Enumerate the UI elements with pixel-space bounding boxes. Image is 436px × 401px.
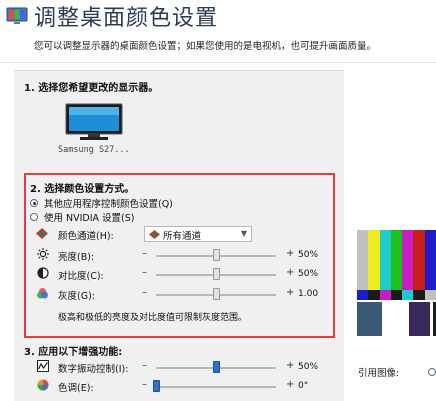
color-bar-4 [402,230,414,290]
contrast-plus: + [286,267,295,278]
gamma-label: 灰度(G): [58,291,95,302]
digital-vibrance-value: 50% [298,362,319,372]
section3-title: 3. 应用以下增强功能: [24,347,123,358]
radio-other-apps-label[interactable]: 其他应用程序控制颜色设置(Q) [44,196,173,210]
hue-plus: + [286,379,295,390]
strip-block-6 [424,290,436,300]
hue-icon [37,379,49,391]
reference-color-strip [357,290,436,300]
digital-vibrance-slider-thumb[interactable] [212,361,220,373]
ref-block-1 [384,302,407,336]
reference-image-label: 引用图像: [358,368,400,379]
section1-title: 1. 选择您希望更改的显示器。 [24,83,159,94]
contrast-value: 50% [298,269,319,279]
hue-track[interactable] [156,386,276,388]
contrast-minus: – [142,267,147,278]
contrast-icon [37,267,49,279]
hue-label: 色调(E): [58,383,94,394]
brightness-label: 亮度(B): [58,252,95,263]
color-bar-5 [413,230,425,290]
display-name[interactable]: Samsung S27... [58,145,130,155]
gamma-plus: + [286,287,295,298]
strip-block-2 [379,290,391,300]
gamma-slider-thumb[interactable] [212,288,220,300]
brightness-value: 50% [298,250,319,260]
digital-vibrance-minus: – [142,360,147,371]
display-color-icon [6,7,28,24]
digital-vibrance-plus: + [286,360,295,371]
hue-minus: – [142,379,147,390]
gamma-icon [37,288,48,299]
reference-image-radio[interactable] [428,368,436,376]
radio-other-apps[interactable] [30,199,38,207]
ref-block-0 [357,302,382,336]
page-title: 调整桌面颜色设置 [34,6,219,31]
radio-nvidia[interactable] [30,213,38,221]
range-note: 极高和极低的亮度及对比度值可限制灰度范围。 [58,313,248,323]
digital-vibrance-label: 数字振动控制(I): [58,364,129,375]
contrast-label: 对比度(C): [58,271,104,282]
color-channel-value: 所有通道 [163,231,202,242]
strip-block-3 [390,290,403,300]
strip-block-4 [402,290,414,300]
all-channels-icon [149,230,160,239]
color-bar-0 [357,230,369,290]
color-channel-select[interactable]: 所有通道 ▼ [144,226,252,242]
hue-value: 0° [298,381,309,391]
radio-nvidia-label[interactable]: 使用 NVIDIA 设置(S) [44,210,135,224]
brightness-plus: + [286,248,295,259]
page-description: 您可以调整显示器的桌面颜色设置；如果您使用的是电视机，也可提升画面质量。 [34,41,377,52]
color-bar-2 [379,230,391,290]
monitor-icon[interactable] [64,103,124,141]
ref-block-2 [409,302,431,336]
color-bar-1 [368,230,380,290]
hue-slider-thumb[interactable] [152,380,160,392]
color-bar-3 [390,230,403,290]
color-bar-6 [424,230,436,290]
contrast-slider-thumb[interactable] [212,268,220,280]
header-divider [0,62,436,63]
digital-vibrance-icon [37,360,49,372]
strip-block-5 [413,290,425,300]
brightness-icon [37,248,49,260]
section2-title: 2. 选择颜色设置方式。 [30,184,135,195]
reference-color-bars [357,230,436,290]
reference-blocks [357,302,436,336]
color-channel-label: 颜色通道(H): [58,231,114,242]
chevron-down-icon: ▼ [240,229,247,238]
brightness-minus: – [142,248,147,259]
brightness-slider-thumb[interactable] [212,249,220,261]
gamma-minus: – [142,287,147,298]
strip-block-0 [357,290,369,300]
gamma-value: 1.00 [298,289,319,299]
strip-block-1 [368,290,380,300]
color-channel-icon [36,228,48,239]
